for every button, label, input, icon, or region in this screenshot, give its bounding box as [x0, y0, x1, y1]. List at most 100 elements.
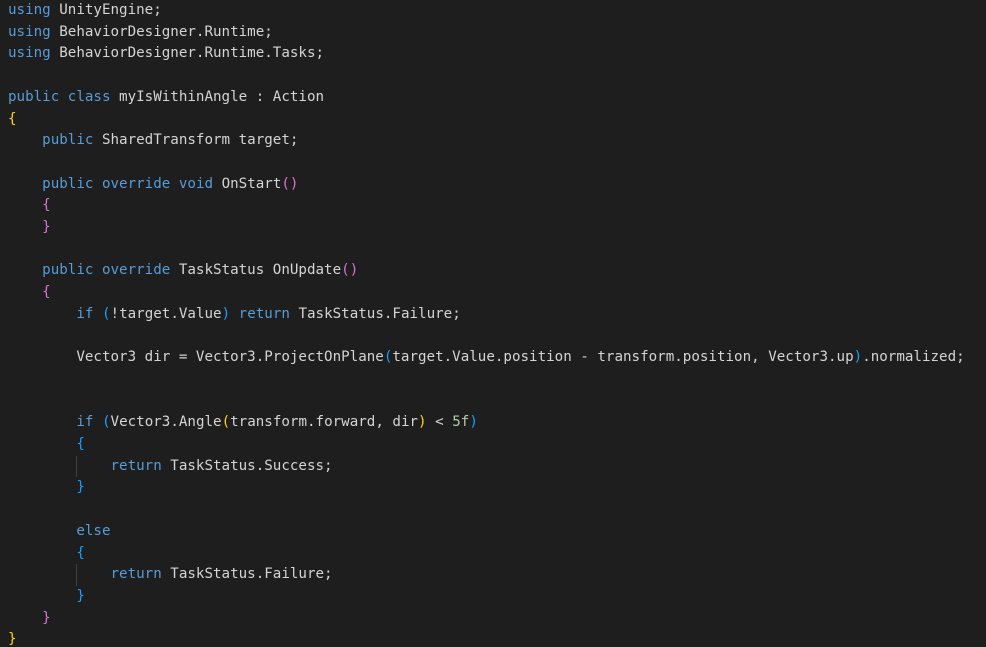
code-line[interactable]: using BehaviorDesigner.Runtime.Tasks; [8, 43, 324, 65]
code-token: using [8, 45, 51, 62]
code-token: UnityEngine; [50, 2, 162, 18]
code-token: < [426, 414, 453, 431]
code-token: public [42, 262, 94, 279]
code-line[interactable]: if (Vector3.Angle(transform.forward, dir… [8, 412, 478, 434]
code-token: TaskStatus OnUpdate [170, 262, 342, 279]
code-line[interactable]: } [8, 217, 51, 239]
code-token: ( [221, 414, 231, 431]
code-line[interactable]: public override void OnStart() [8, 174, 298, 196]
code-token: } [8, 631, 17, 647]
code-line[interactable]: if (!target.Value) return TaskStatus.Fai… [8, 304, 461, 326]
code-token: return [238, 305, 290, 322]
code-line[interactable]: using BehaviorDesigner.Runtime; [8, 22, 273, 44]
code-token: { [42, 197, 51, 214]
code-token: return [110, 457, 162, 474]
code-token: return [110, 566, 162, 583]
code-token: ) [221, 305, 231, 322]
code-token: TaskStatus.Failure; [289, 305, 461, 322]
code-token: SharedTransform target; [93, 132, 299, 149]
code-token: } [42, 219, 51, 235]
code-token: { [8, 110, 17, 127]
code-line[interactable]: } [8, 586, 85, 608]
code-token: public [42, 175, 94, 192]
code-line[interactable]: } [8, 477, 85, 499]
code-line[interactable]: return TaskStatus.Success; [8, 456, 333, 478]
code-token: } [76, 587, 85, 604]
code-line[interactable]: { [8, 282, 51, 304]
code-token: { [42, 284, 51, 301]
code-line[interactable]: public class myIsWithinAngle : Action [8, 87, 324, 109]
code-token: myIsWithinAngle : Action [110, 88, 325, 105]
code-token: OnStart [213, 175, 282, 192]
code-token: } [42, 609, 51, 626]
code-line[interactable]: return TaskStatus.Failure; [8, 564, 333, 586]
code-token: !target.Value [110, 305, 222, 322]
code-line[interactable]: public SharedTransform target; [8, 130, 298, 152]
code-token: { [76, 436, 85, 452]
code-line[interactable]: } [8, 629, 17, 647]
code-token: Vector3.Angle [110, 414, 222, 431]
code-line[interactable]: public override TaskStatus OnUpdate() [8, 260, 358, 282]
code-token: using [8, 2, 51, 18]
code-token: ) [853, 349, 863, 366]
code-token: () [341, 262, 359, 279]
code-token: BehaviorDesigner.Runtime; [50, 23, 273, 40]
code-line[interactable]: Vector3 dir = Vector3.ProjectOnPlane(tar… [8, 347, 965, 369]
code-token: ( [101, 305, 111, 322]
code-token: ( [101, 414, 111, 431]
code-token: class [67, 88, 111, 105]
code-line[interactable]: else [8, 521, 111, 543]
code-token: if [76, 305, 94, 322]
code-token: ) [469, 414, 478, 431]
code-line[interactable]: { [8, 434, 85, 456]
code-token: override [101, 262, 171, 279]
code-line[interactable]: { [8, 109, 17, 131]
code-token: { [76, 544, 85, 561]
code-token: () [281, 175, 299, 192]
code-editor[interactable]: using UnityEngine; using BehaviorDesigner… [0, 0, 986, 647]
code-line[interactable]: { [8, 543, 85, 565]
code-token: .normalized; [862, 349, 965, 366]
code-token: if [76, 414, 94, 431]
code-line[interactable]: using UnityEngine; [8, 0, 162, 22]
code-token: 5f [452, 414, 470, 431]
code-token: target.Value.position - transform.positi… [392, 349, 854, 366]
code-token: void [178, 175, 214, 192]
code-token: public [42, 132, 94, 149]
code-token: transform.forward, dir [230, 414, 419, 431]
code-token: ) [418, 414, 427, 431]
code-token: else [76, 522, 111, 539]
code-token: TaskStatus.Failure; [161, 566, 333, 583]
code-line[interactable]: { [8, 195, 51, 217]
code-line[interactable]: } [8, 608, 51, 630]
code-token: BehaviorDesigner.Runtime.Tasks; [50, 45, 325, 62]
code-token: using [8, 23, 51, 40]
code-token: } [76, 479, 85, 496]
code-token: TaskStatus.Success; [161, 457, 333, 474]
code-token: override [101, 175, 171, 192]
code-token: Vector3 dir = Vector3.ProjectOnPlane [8, 349, 384, 366]
